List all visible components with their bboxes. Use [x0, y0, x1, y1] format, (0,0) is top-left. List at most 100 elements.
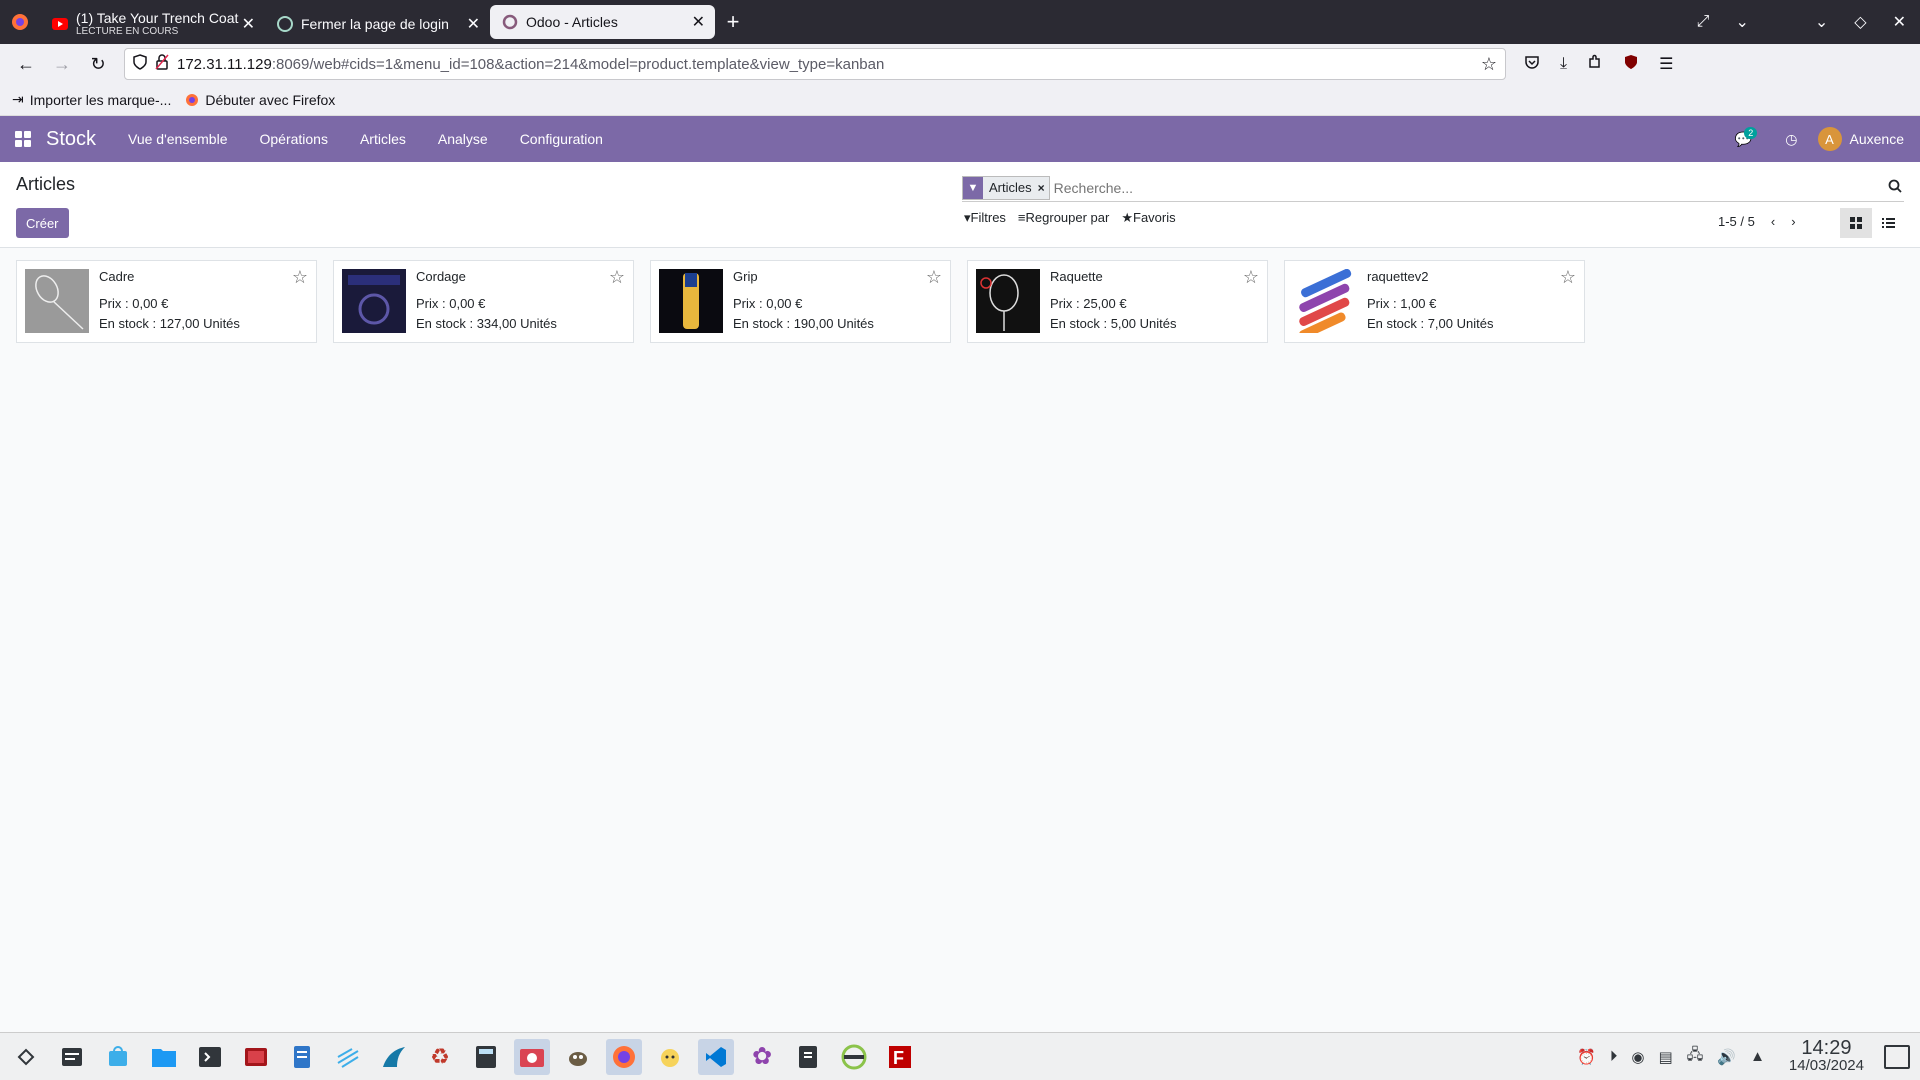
media-app-icon[interactable]: [238, 1039, 274, 1075]
bookmark-star-icon[interactable]: ☆: [1481, 54, 1497, 75]
calculator-icon[interactable]: [468, 1039, 504, 1075]
close-tab-icon[interactable]: ✕: [467, 14, 480, 34]
favorite-star-icon[interactable]: ☆: [1560, 267, 1576, 288]
volume-icon[interactable]: 🔊: [1717, 1048, 1736, 1066]
pager-next-icon[interactable]: ›: [1791, 214, 1795, 229]
clipboard-icon[interactable]: ▤: [1658, 1048, 1672, 1066]
menu-configuration[interactable]: Configuration: [520, 131, 603, 147]
favorite-star-icon[interactable]: ☆: [1243, 267, 1259, 288]
fullscreen-icon[interactable]: ⤢: [1697, 13, 1710, 31]
vpn-tray-icon[interactable]: ◉: [1631, 1048, 1644, 1066]
remove-facet-icon[interactable]: ×: [1038, 181, 1049, 195]
favorite-star-icon[interactable]: ☆: [292, 267, 308, 288]
filezilla-icon[interactable]: F: [882, 1039, 918, 1075]
firefox-taskbar-icon[interactable]: [606, 1038, 642, 1075]
close-window-icon[interactable]: ✕: [1893, 12, 1906, 32]
favorite-star-icon[interactable]: ☆: [609, 267, 625, 288]
pocket-icon[interactable]: [1524, 54, 1540, 75]
file-manager-icon[interactable]: [146, 1039, 182, 1075]
product-card[interactable]: raquettev2 Prix : 1,00 € En stock : 7,00…: [1284, 260, 1585, 343]
ublock-icon[interactable]: [1623, 54, 1639, 75]
url-host: 172.31.11.129: [177, 55, 272, 73]
product-image: [976, 269, 1040, 333]
shield-icon[interactable]: [133, 54, 147, 74]
clock[interactable]: 14:29 14/03/2024: [1789, 1038, 1864, 1075]
menu-articles[interactable]: Articles: [360, 131, 406, 147]
close-tab-icon[interactable]: ✕: [692, 12, 705, 32]
maximize-icon[interactable]: ◇: [1854, 12, 1866, 32]
messaging-menu[interactable]: 💬2: [1735, 126, 1765, 148]
groupby-toggle[interactable]: ≡Regrouper par: [1018, 210, 1109, 226]
app-brand[interactable]: Stock: [46, 128, 96, 151]
kanban-view-icon[interactable]: [1840, 208, 1872, 238]
firefox-icon[interactable]: [0, 0, 40, 44]
product-card[interactable]: Cadre Prix : 0,00 € En stock : 127,00 Un…: [16, 260, 317, 343]
systray: 💬2 ◷ A Auxence: [1735, 116, 1904, 162]
bookmark-import[interactable]: ⇥ Importer les marque-...: [12, 91, 171, 108]
terminal-icon[interactable]: [192, 1039, 228, 1075]
system-settings-icon[interactable]: [54, 1039, 90, 1075]
menu-operations[interactable]: Opérations: [259, 131, 327, 147]
facet-label: Articles: [989, 180, 1032, 195]
insecure-lock-icon[interactable]: [155, 54, 169, 74]
filters-toggle[interactable]: ▾Filtres: [964, 210, 1006, 226]
kde-mascot-icon[interactable]: [652, 1039, 688, 1075]
tab-title: Fermer la page de login: [301, 16, 449, 32]
media-play-icon[interactable]: ⏵: [1610, 1048, 1618, 1065]
message-count-badge: 2: [1744, 126, 1758, 139]
screenshot-tool-icon[interactable]: [514, 1038, 550, 1075]
odoo-icon: [502, 14, 518, 30]
product-price: Prix : 0,00 €: [99, 296, 169, 311]
list-view-icon[interactable]: [1872, 208, 1904, 238]
forward-icon[interactable]: →: [44, 48, 80, 80]
search-input[interactable]: [1053, 179, 1904, 196]
vscode-icon[interactable]: [698, 1038, 734, 1075]
flower-app-icon[interactable]: ✿: [744, 1039, 780, 1075]
gimp-icon[interactable]: [560, 1039, 596, 1075]
apps-menu-icon[interactable]: [0, 131, 46, 147]
pager-previous-icon[interactable]: ‹: [1771, 214, 1775, 229]
reload-icon[interactable]: ↻: [80, 48, 116, 80]
notes-app-icon[interactable]: [790, 1039, 826, 1075]
tab-odoo-articles[interactable]: Odoo - Articles ✕: [490, 5, 715, 39]
product-card[interactable]: Raquette Prix : 25,00 € En stock : 5,00 …: [967, 260, 1268, 343]
list-tabs-icon[interactable]: ⌄: [1735, 12, 1748, 32]
search-icon[interactable]: [1888, 179, 1902, 196]
product-card[interactable]: Cordage Prix : 0,00 € En stock : 334,00 …: [333, 260, 634, 343]
browser-tab-bar: (1) Take Your Trench Coat LECTURE EN COU…: [0, 0, 1920, 44]
alarm-icon[interactable]: ⏰: [1577, 1048, 1596, 1066]
recycle-icon[interactable]: ♻: [422, 1039, 458, 1075]
wireshark-icon[interactable]: [376, 1039, 412, 1075]
bookmark-firefox[interactable]: Débuter avec Firefox: [185, 92, 335, 108]
tab-youtube[interactable]: (1) Take Your Trench Coat LECTURE EN COU…: [40, 4, 265, 44]
text-editor-icon[interactable]: [284, 1039, 320, 1075]
vpn-app-icon[interactable]: [836, 1039, 872, 1075]
create-button[interactable]: Créer: [16, 208, 69, 238]
show-desktop-icon[interactable]: [1884, 1044, 1910, 1069]
tray-expand-icon[interactable]: ▲: [1750, 1048, 1765, 1065]
tab-chatgpt[interactable]: Fermer la page de login ✕: [265, 4, 490, 44]
downloads-icon[interactable]: ⤓: [1560, 55, 1567, 73]
extensions-icon[interactable]: [1587, 54, 1603, 75]
favorites-toggle[interactable]: ★Favoris: [1121, 210, 1175, 226]
product-name: Cadre: [99, 269, 135, 284]
url-bar[interactable]: 172.31.11.129:8069/web#cids=1&menu_id=10…: [124, 48, 1506, 80]
pager-value[interactable]: 1-5 / 5: [1718, 214, 1755, 229]
product-card[interactable]: Grip Prix : 0,00 € En stock : 190,00 Uni…: [650, 260, 951, 343]
menu-icon[interactable]: ☰: [1659, 54, 1673, 74]
menu-overview[interactable]: Vue d'ensemble: [128, 131, 227, 147]
product-image: [1293, 269, 1357, 333]
menu-analysis[interactable]: Analyse: [438, 131, 488, 147]
minimize-icon[interactable]: ⌄: [1815, 12, 1828, 32]
app-launcher-icon[interactable]: [8, 1039, 44, 1075]
network-icon[interactable]: 🖧: [1687, 1044, 1704, 1069]
new-tab-button[interactable]: +: [715, 0, 751, 44]
favorite-star-icon[interactable]: ☆: [926, 267, 942, 288]
browser-navbar: ← → ↻ 172.31.11.129:8069/web#cids=1&menu…: [0, 44, 1920, 84]
back-icon[interactable]: ←: [8, 48, 44, 80]
discover-store-icon[interactable]: [100, 1039, 136, 1075]
activity-clock-icon[interactable]: ◷: [1785, 131, 1797, 148]
remote-desktop-icon[interactable]: [330, 1039, 366, 1075]
close-tab-icon[interactable]: ✕: [242, 14, 255, 34]
user-menu[interactable]: A Auxence: [1817, 127, 1904, 151]
